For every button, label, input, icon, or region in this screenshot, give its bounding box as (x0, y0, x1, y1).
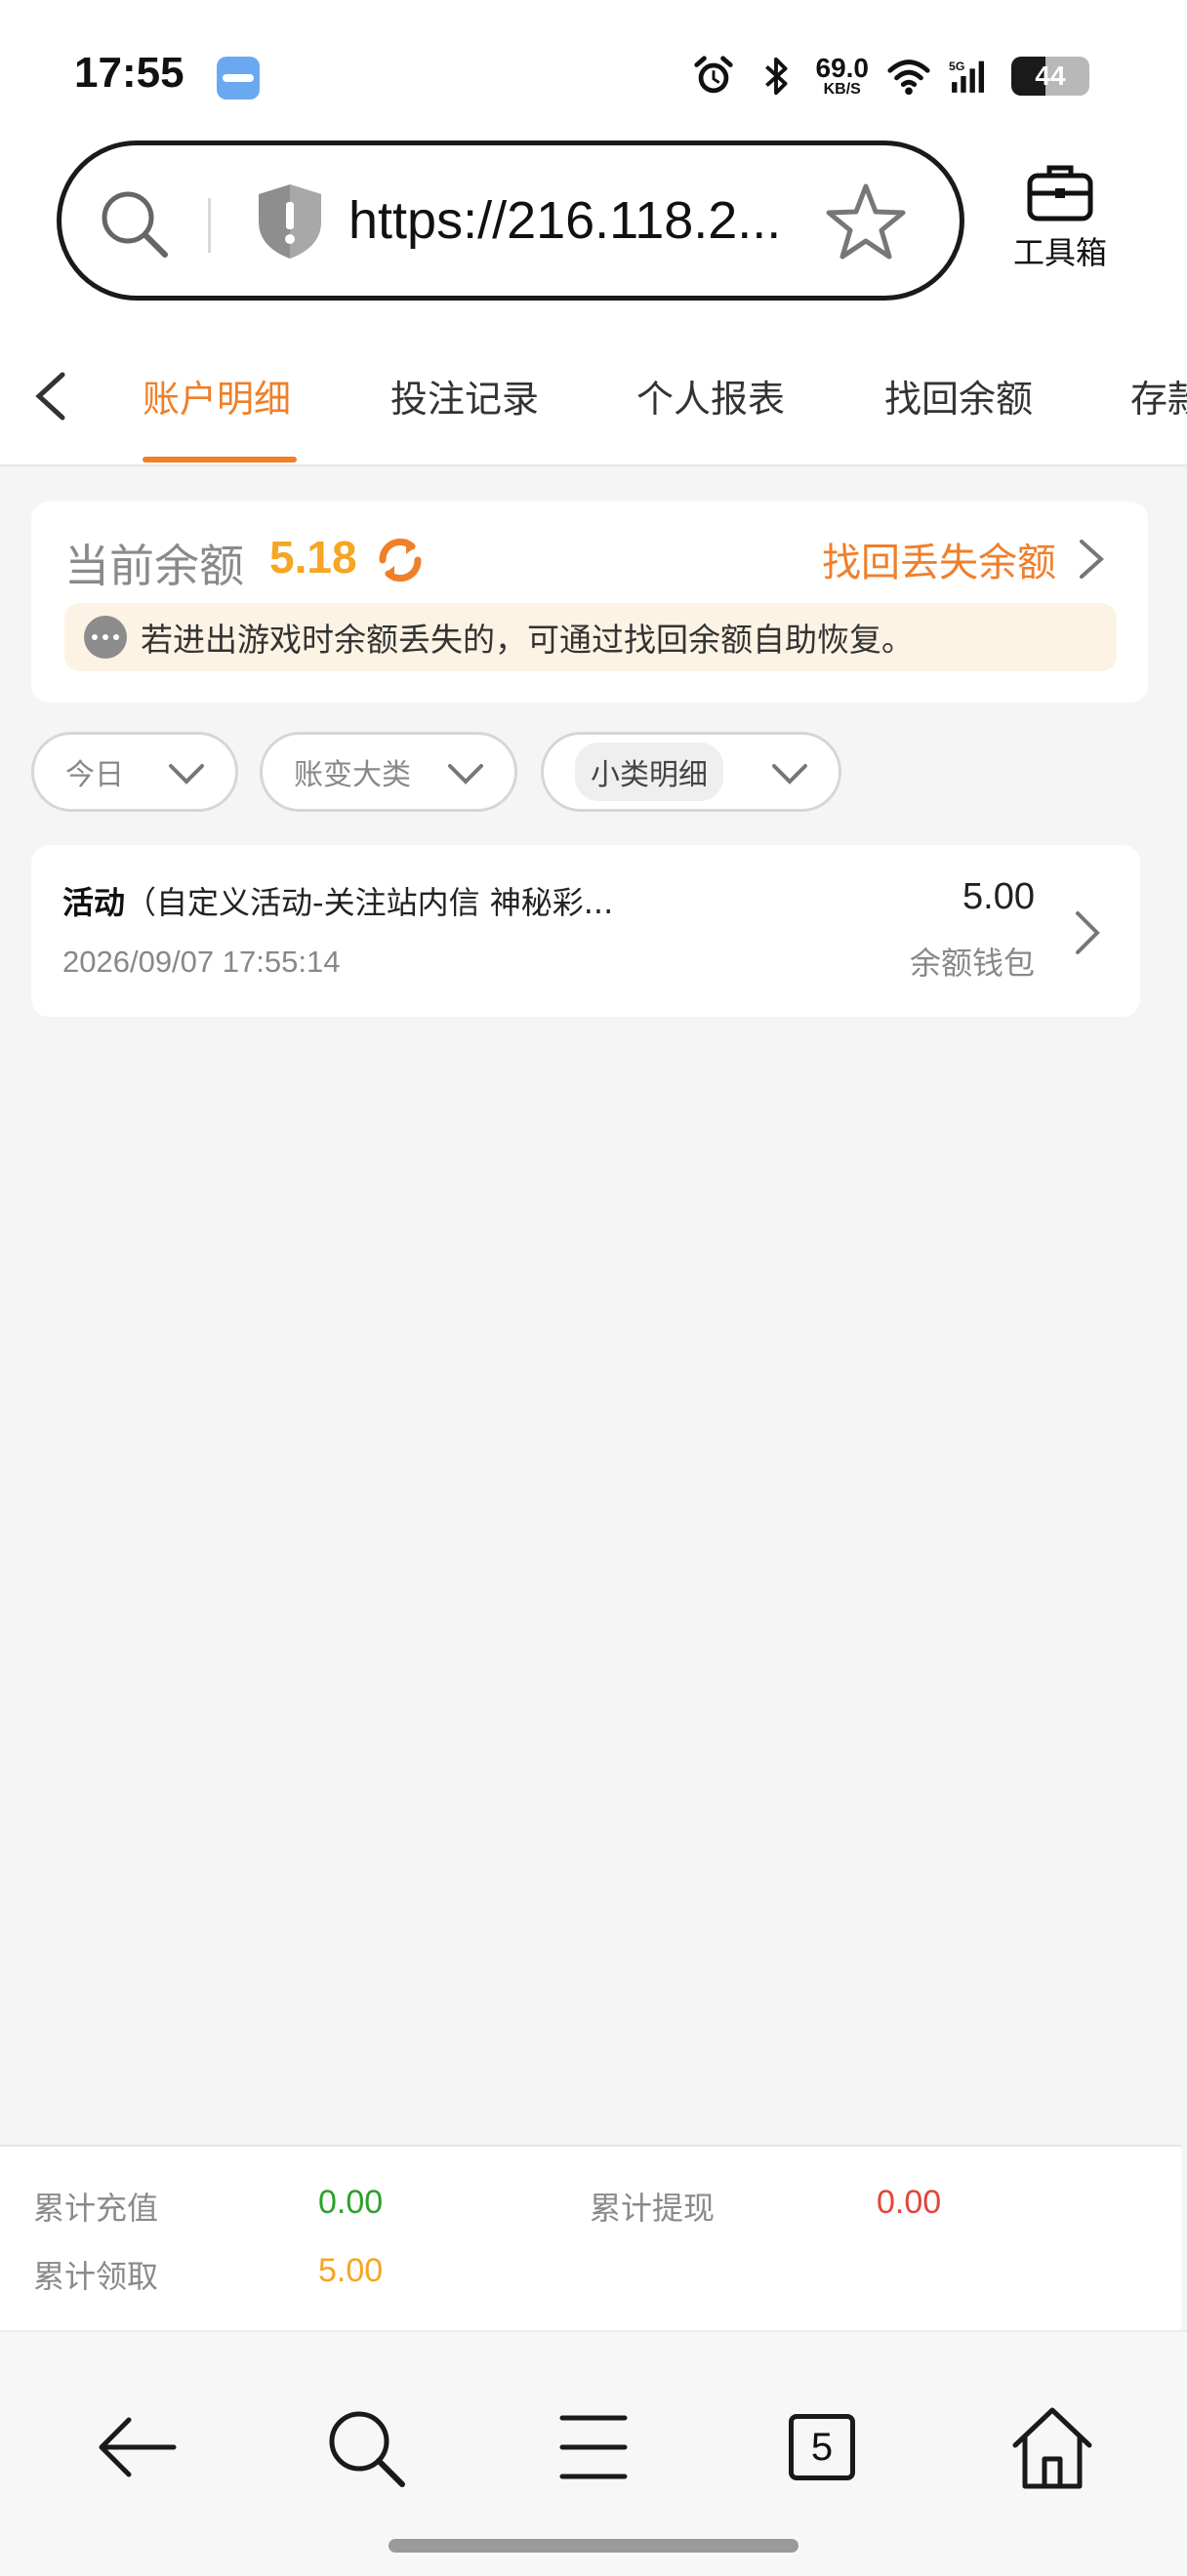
wifi-icon (887, 60, 930, 96)
toolbox-label: 工具箱 (1012, 234, 1107, 271)
browser-chrome: 17:55 69.0 KB/S 5G 44 https://216.118.2.… (0, 0, 1187, 466)
total-withdraw-label: 累计提现 (590, 2190, 716, 2227)
tab-bet-records[interactable]: 投注记录 (390, 369, 539, 423)
category-filter[interactable]: 账变大类 (260, 732, 517, 812)
transaction-row[interactable]: 活动（自定义活动-关注站内信 神秘彩... 2026/09/07 17:55:1… (31, 845, 1140, 1017)
date-filter[interactable]: 今日 (31, 732, 238, 812)
status-time: 17:55 (74, 49, 184, 97)
recover-lost-balance-link[interactable]: 找回丢失余额 (822, 531, 1109, 587)
balance-value: 5.18 (269, 532, 357, 583)
search-icon[interactable] (97, 186, 171, 261)
summary-panel: 累计充值 0.00 累计提现 0.00 累计领取 5.00 (0, 2145, 1181, 2330)
toolbox-icon (1027, 165, 1093, 221)
menu-button[interactable] (547, 2400, 640, 2494)
search-icon (329, 2411, 405, 2487)
transaction-amount: 5.00 (962, 876, 1035, 917)
balance-card: 当前余额 5.18 找回丢失余额 若进出游戏时余额丢失的，可通过找回余额自助恢复… (31, 502, 1148, 703)
bluetooth-icon (764, 57, 787, 96)
status-icons: 69.0 KB/S 5G 44 (691, 51, 1089, 101)
network-speed: 69.0 KB/S (816, 55, 870, 98)
tab-count: 5 (789, 2414, 855, 2480)
balance-notice: 若进出游戏时余额丢失的，可通过找回余额自助恢复。 (64, 603, 1117, 671)
balance-notice-text: 若进出游戏时余额丢失的，可通过找回余额自助恢复。 (141, 621, 914, 659)
security-warning-icon[interactable] (255, 182, 325, 261)
account-tabs: 账户明细 投注记录 个人报表 找回余额 存款 (0, 342, 1187, 466)
tab-personal-report[interactable]: 个人报表 (636, 369, 785, 423)
category-filter-label: 账变大类 (294, 758, 411, 792)
chevron-down-icon (448, 764, 483, 785)
url-text[interactable]: https://216.118.2... (348, 190, 856, 251)
arrow-left-icon (99, 2417, 177, 2477)
battery-indicator: 44 (1011, 57, 1089, 96)
chevron-right-icon (1076, 911, 1100, 954)
total-claim-label: 累计领取 (33, 2258, 159, 2295)
battery-level: 44 (1035, 60, 1066, 91)
subcategory-filter[interactable]: 小类明细 (541, 732, 841, 812)
transaction-wallet: 余额钱包 (909, 945, 1035, 982)
transaction-type: 活动 (62, 884, 126, 921)
balance-label: 当前余额 (64, 540, 244, 592)
tabs-button[interactable]: 5 (775, 2400, 869, 2494)
active-tab-indicator (143, 457, 297, 463)
tab-recover-balance[interactable]: 找回余额 (884, 369, 1033, 423)
total-claim-value: 5.00 (318, 2252, 384, 2289)
refresh-icon[interactable] (373, 533, 428, 587)
total-withdraw-value: 0.00 (877, 2184, 942, 2221)
tab-deposit[interactable]: 存款 (1130, 369, 1187, 423)
chevron-right-icon (1080, 540, 1104, 579)
chevron-down-icon (772, 764, 807, 785)
home-button[interactable] (1005, 2400, 1099, 2494)
message-icon (84, 616, 127, 659)
transaction-time: 2026/09/07 17:55:14 (62, 945, 341, 979)
tab-account-details[interactable]: 账户明细 (143, 369, 291, 423)
status-bar: 17:55 69.0 KB/S 5G 44 (0, 0, 1187, 137)
back-button[interactable] (90, 2400, 184, 2494)
network-type-label: 5G (949, 60, 964, 73)
chevron-down-icon (169, 764, 204, 785)
address-bar[interactable]: https://216.118.2... (57, 141, 964, 301)
search-button[interactable] (318, 2400, 412, 2494)
cellular-signal-icon: 5G (949, 60, 985, 93)
transaction-detail: （自定义活动-关注站内信 神秘彩... (125, 884, 614, 921)
subcategory-filter-label: 小类明细 (575, 743, 723, 801)
menu-icon (559, 2415, 628, 2479)
alarm-icon (693, 56, 733, 94)
date-filter-label: 今日 (65, 758, 124, 792)
back-chevron-icon[interactable] (29, 369, 72, 423)
notification-app-icon (217, 57, 260, 100)
total-recharge-value: 0.00 (318, 2184, 384, 2221)
network-speed-unit: KB/S (823, 81, 861, 98)
bookmark-star-icon[interactable] (825, 181, 907, 262)
home-indicator (389, 2539, 798, 2553)
recover-lost-balance-label: 找回丢失余额 (822, 541, 1056, 585)
toolbox-button[interactable]: 工具箱 (994, 162, 1126, 279)
home-icon (1012, 2407, 1092, 2489)
network-speed-value: 69.0 (815, 53, 870, 83)
address-divider (208, 198, 211, 253)
transaction-title: 活动（自定义活动-关注站内信 神秘彩... (62, 878, 613, 923)
total-recharge-label: 累计充值 (33, 2190, 159, 2227)
